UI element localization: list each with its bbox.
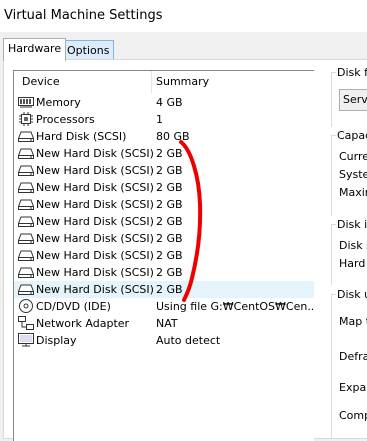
device-name: New Hard Disk (SCSI)	[36, 198, 154, 211]
device-summary: 2 GB	[156, 249, 183, 262]
title-bar: Virtual Machine Settings	[0, 0, 367, 32]
hard-disk-icon	[18, 214, 34, 228]
device-row[interactable]: Network Adapter NAT	[14, 315, 314, 332]
processor-icon	[18, 112, 34, 126]
device-summary: 1	[156, 113, 163, 126]
device-row[interactable]: New Hard Disk (SCSI) 2 GB	[14, 281, 314, 298]
disk-info-group: Disk inf Disk sp Hard d	[331, 218, 367, 285]
device-name: Processors	[36, 113, 95, 126]
device-name: Display	[36, 334, 77, 347]
disk-info-space: Disk sp	[339, 239, 367, 252]
tab-hardware[interactable]: Hardware	[3, 38, 66, 61]
column-separator[interactable]	[151, 71, 152, 93]
cd-dvd-icon	[18, 299, 34, 313]
hard-disk-icon	[18, 180, 34, 194]
device-name: New Hard Disk (SCSI)	[36, 232, 154, 245]
device-summary: Using file G:₩CentOS₩Cen...	[156, 300, 314, 313]
disk-utilities-group-title: Disk ut	[336, 288, 367, 301]
device-row[interactable]: Processors 1	[14, 111, 314, 128]
device-summary: 2 GB	[156, 147, 183, 160]
device-row[interactable]: Hard Disk (SCSI) 80 GB	[14, 128, 314, 145]
disk-info-hard-disk: Hard d	[339, 257, 367, 270]
hard-disk-icon	[18, 197, 34, 211]
device-summary: 2 GB	[156, 283, 183, 296]
disk-file-group: Disk fil Serve	[331, 66, 367, 127]
hard-disk-icon	[18, 265, 34, 279]
disk-file-field[interactable]: Serve	[339, 89, 367, 111]
capacity-current: Curren	[339, 150, 367, 163]
device-row[interactable]: Memory 4 GB	[14, 94, 314, 111]
defragment-button[interactable]: Defrag	[339, 350, 367, 363]
window-title: Virtual Machine Settings	[4, 8, 163, 23]
device-summary: 2 GB	[156, 266, 183, 279]
disk-file-group-title: Disk fil	[336, 66, 367, 79]
disk-info-group-title: Disk inf	[336, 218, 367, 231]
device-name: New Hard Disk (SCSI)	[36, 249, 154, 262]
device-row[interactable]: Display Auto detect	[14, 332, 314, 349]
capacity-group-title: Capaci	[336, 129, 367, 142]
device-name: New Hard Disk (SCSI)	[36, 164, 154, 177]
device-row[interactable]: CD/DVD (IDE) Using file G:₩CentOS₩Cen...	[14, 298, 314, 315]
device-name: New Hard Disk (SCSI)	[36, 147, 154, 160]
device-name: Network Adapter	[36, 317, 130, 330]
device-row[interactable]: New Hard Disk (SCSI) 2 GB	[14, 213, 314, 230]
device-name: CD/DVD (IDE)	[36, 300, 111, 313]
device-list[interactable]: Device Summary Memory 4 GB Processors 1 Hard…	[13, 70, 314, 441]
hard-disk-icon	[18, 146, 34, 160]
disk-utilities-group: Disk ut Map th Defrag Expan Compa	[331, 288, 367, 438]
device-summary: Auto detect	[156, 334, 221, 347]
capacity-system: Systen	[339, 168, 367, 181]
device-summary: 2 GB	[156, 181, 183, 194]
device-row[interactable]: New Hard Disk (SCSI) 2 GB	[14, 179, 314, 196]
device-summary: 2 GB	[156, 164, 183, 177]
map-button[interactable]: Map th	[339, 315, 367, 328]
hard-disk-icon	[18, 231, 34, 245]
device-summary: 2 GB	[156, 232, 183, 245]
device-row[interactable]: New Hard Disk (SCSI) 2 GB	[14, 264, 314, 281]
capacity-group: Capaci Curren Systen Maxim	[331, 129, 367, 216]
hard-disk-icon	[18, 248, 34, 262]
device-name: Hard Disk (SCSI)	[36, 130, 127, 143]
device-name: New Hard Disk (SCSI)	[36, 215, 154, 228]
memory-icon	[18, 95, 34, 109]
network-adapter-icon	[18, 316, 34, 330]
device-name: New Hard Disk (SCSI)	[36, 283, 154, 296]
column-header-device[interactable]: Device	[22, 71, 60, 93]
column-header-summary[interactable]: Summary	[156, 71, 209, 93]
device-summary: 2 GB	[156, 215, 183, 228]
device-summary: 80 GB	[156, 130, 190, 143]
device-row[interactable]: New Hard Disk (SCSI) 2 GB	[14, 145, 314, 162]
hard-disk-icon	[18, 163, 34, 177]
device-summary: NAT	[156, 317, 178, 330]
device-details-panel: Disk fil Serve Capaci Curren Systen Maxi…	[331, 64, 367, 438]
device-summary: 2 GB	[156, 198, 183, 211]
device-row[interactable]: New Hard Disk (SCSI) 2 GB	[14, 162, 314, 179]
capacity-maximum: Maxim	[339, 186, 367, 199]
device-row[interactable]: New Hard Disk (SCSI) 2 GB	[14, 196, 314, 213]
expand-button[interactable]: Expan	[339, 381, 367, 394]
device-name: Memory	[36, 96, 81, 109]
hard-disk-icon	[18, 282, 34, 296]
tab-options[interactable]: Options	[62, 40, 114, 61]
device-name: New Hard Disk (SCSI)	[36, 266, 154, 279]
compact-button[interactable]: Compa	[339, 409, 367, 422]
device-row[interactable]: New Hard Disk (SCSI) 2 GB	[14, 230, 314, 247]
device-name: New Hard Disk (SCSI)	[36, 181, 154, 194]
device-row[interactable]: New Hard Disk (SCSI) 2 GB	[14, 247, 314, 264]
hard-disk-icon	[18, 129, 34, 143]
display-icon	[18, 333, 34, 347]
device-summary: 4 GB	[156, 96, 183, 109]
